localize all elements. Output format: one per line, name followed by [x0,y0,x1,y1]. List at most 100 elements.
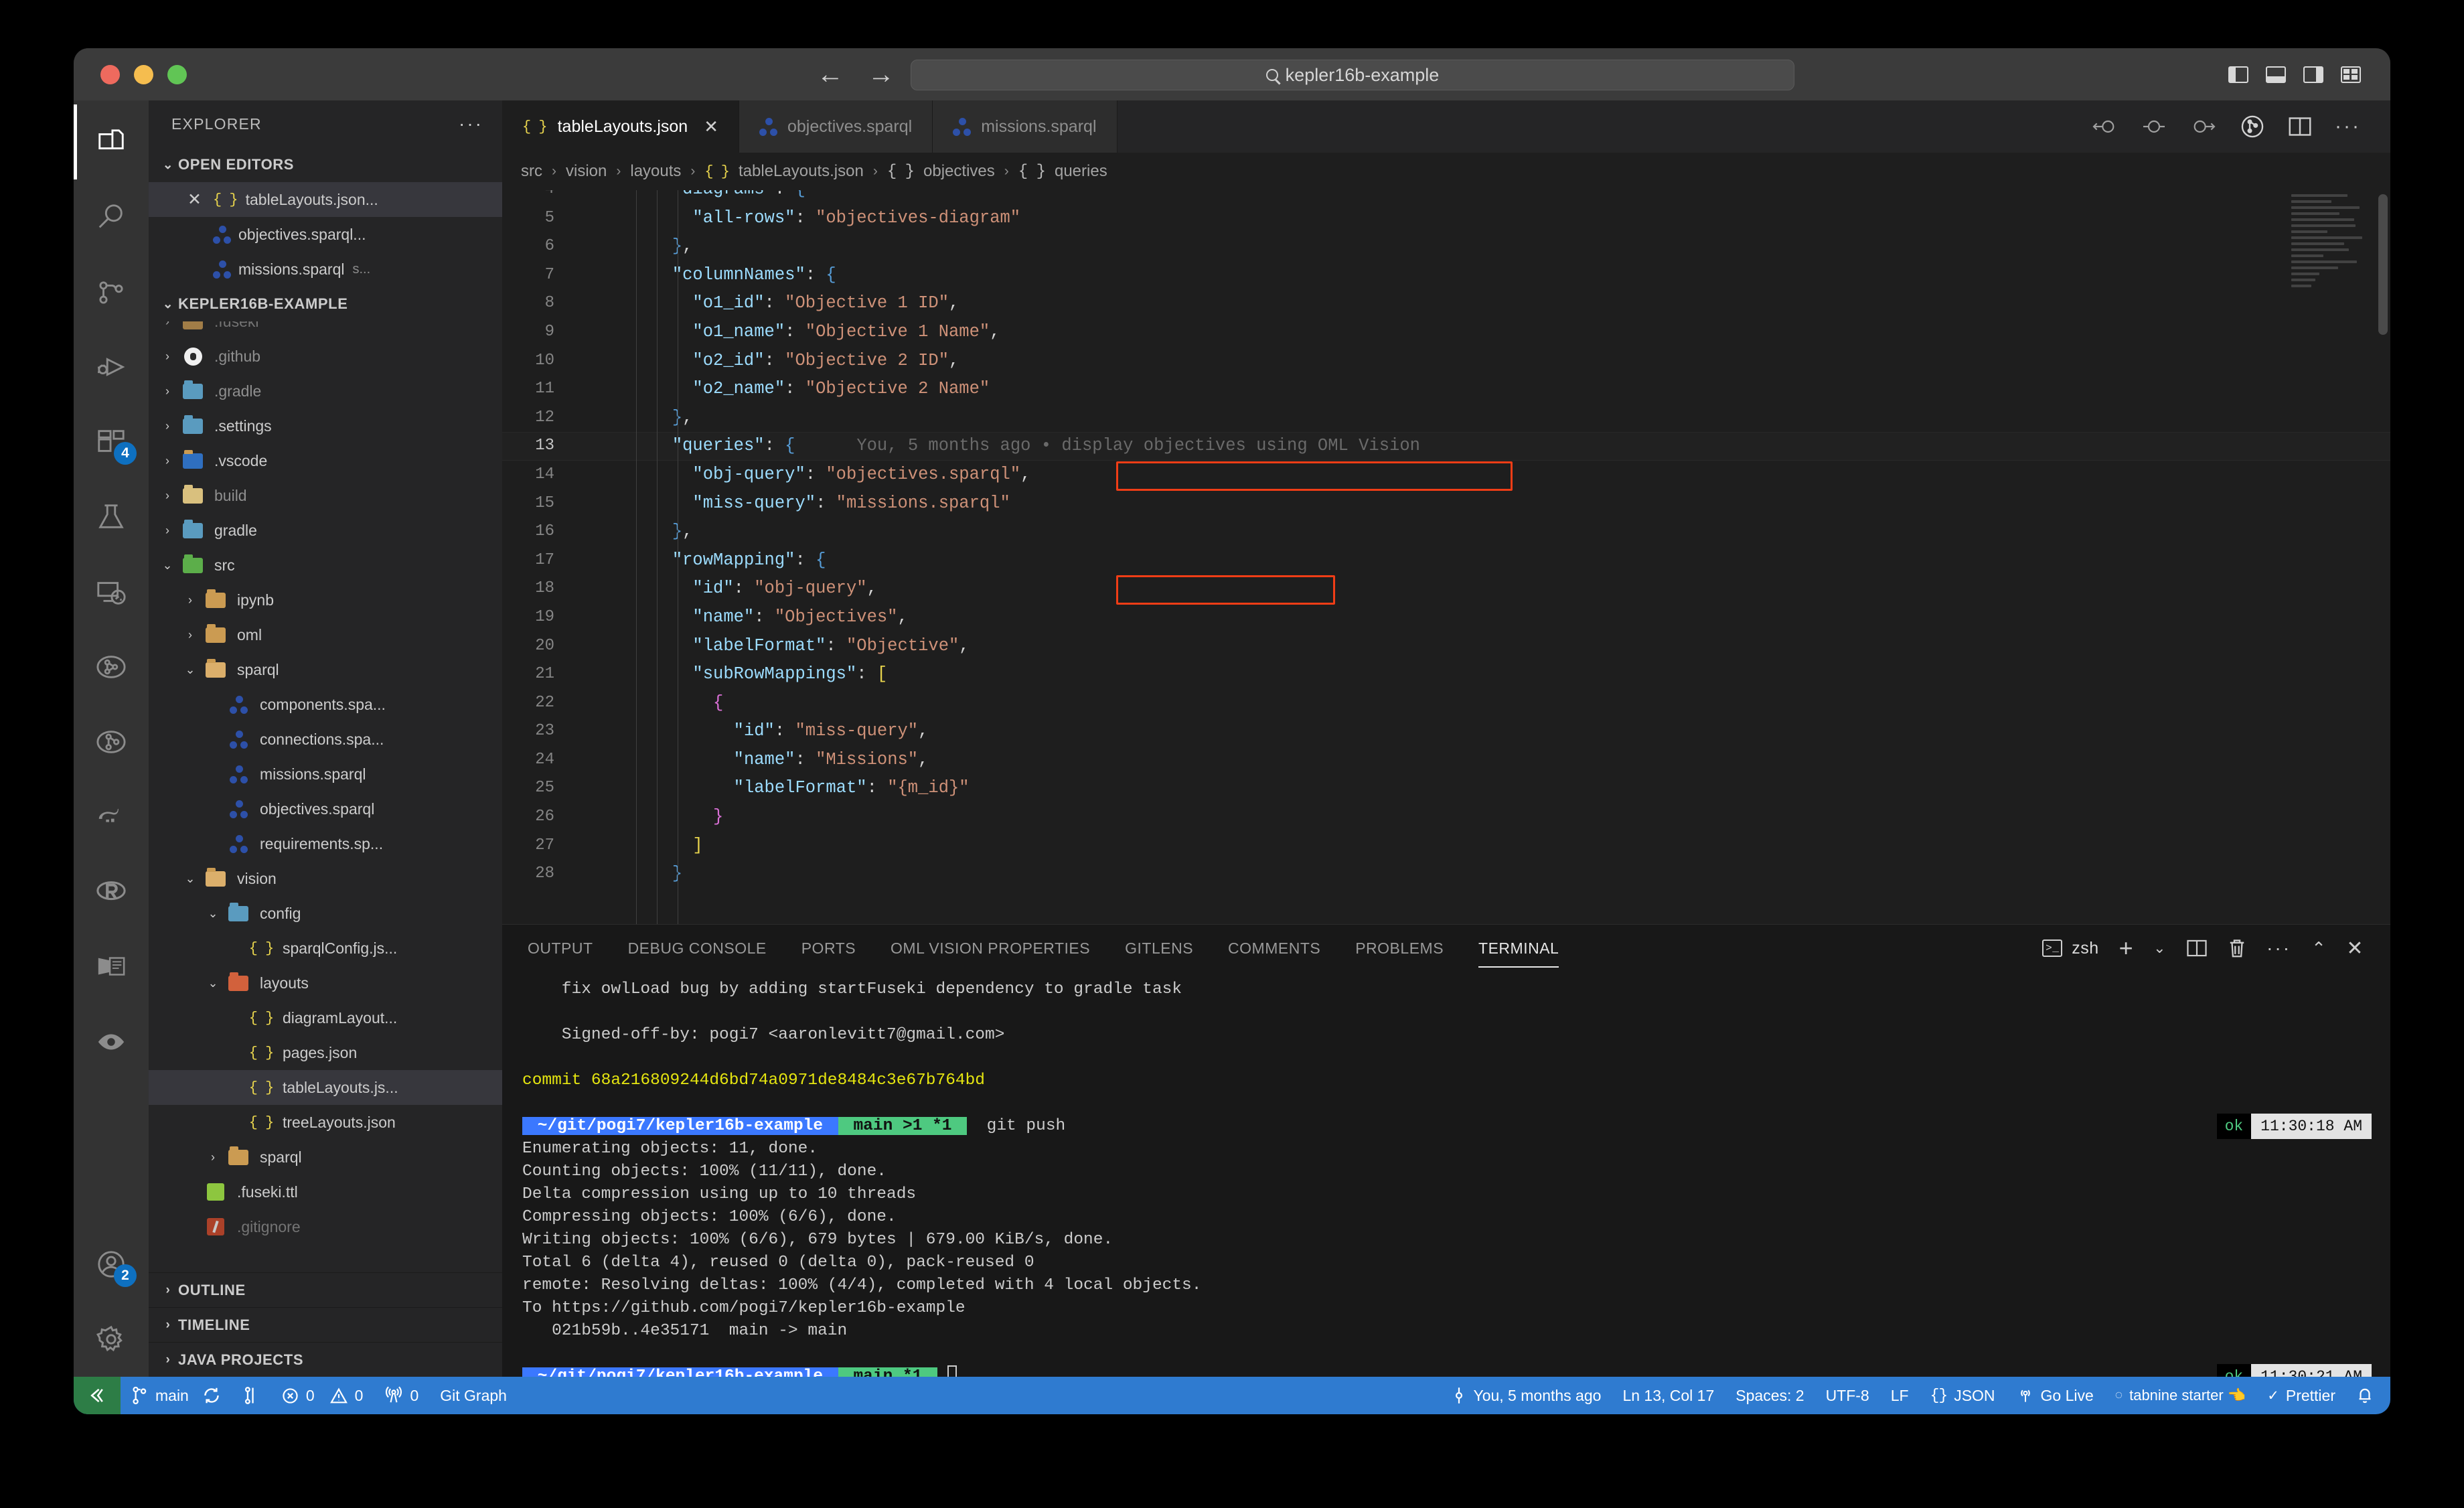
status-radio-tower[interactable]: 0 [374,1377,429,1414]
code-line-18[interactable]: 18 "id": "obj-query", [502,575,2390,603]
chevron-right-icon[interactable]: › [155,384,179,398]
go-forward-icon[interactable] [2190,117,2217,137]
code-line-11[interactable]: 11 "o2_name": "Objective 2 Name" [502,375,2390,404]
code-line-14[interactable]: 14 "obj-query": "objectives.sparql", [502,461,2390,489]
tab-oml-vision-properties[interactable]: OML VISION PROPERTIES [891,925,1090,972]
open-editor-item[interactable]: missions.sparql s... [149,252,502,287]
editor-scrollbar[interactable] [2378,194,2388,335]
chevron-down-icon[interactable]: ⌄ [178,872,202,886]
tab-problems[interactable]: PROBLEMS [1355,925,1444,972]
tab-debug-console[interactable]: DEBUG CONSOLE [628,925,767,972]
editor-tabs[interactable]: { } tableLayouts.json ✕ objectives.sparq… [502,100,2390,153]
tree-item-build[interactable]: › build [149,478,502,513]
panel-tabs[interactable]: OUTPUT DEBUG CONSOLE PORTS OML VISION PR… [502,925,2390,972]
project-section-header[interactable]: ⌄ KEPLER16B-EXAMPLE [149,287,502,321]
code-line-9[interactable]: 9 "o1_name": "Objective 1 Name", [502,318,2390,347]
code-line-23[interactable]: 23 "id": "miss-query", [502,717,2390,746]
code-line-20[interactable]: 20 "labelFormat": "Objective", [502,632,2390,661]
tree-item-tablelayouts-js[interactable]: { } tableLayouts.js... [149,1070,502,1105]
tree-item-sparql[interactable]: › sparql [149,1140,502,1175]
code-line-21[interactable]: 21 "subRowMappings": [ [502,660,2390,689]
tab-output[interactable]: OUTPUT [528,925,593,972]
code-line-4[interactable]: 4 "diagrams": { [502,190,2390,204]
sidebar-section-outline[interactable]: › OUTLINE [149,1272,502,1307]
close-icon[interactable]: ✕ [187,190,205,210]
breadcrumb-objectives[interactable]: objectives [923,162,995,181]
breadcrumb-layouts[interactable]: layouts [630,162,681,181]
code-line-12[interactable]: 12 }, [502,404,2390,433]
terminal-profile-chevron-icon[interactable]: ⌄ [2153,939,2166,957]
tree-item-diagramlayout[interactable]: { } diagramLayout... [149,1000,502,1035]
chevron-right-icon[interactable]: › [178,628,202,642]
code-line-5[interactable]: 5 "all-rows": "objectives-diagram" [502,204,2390,233]
status-encoding[interactable]: UTF-8 [1815,1377,1880,1414]
code-line-24[interactable]: 24 "name": "Missions", [502,746,2390,775]
tab-missions-sparql[interactable]: missions.sparql [933,100,1118,153]
status-indentation[interactable]: Spaces: 2 [1725,1377,1815,1414]
file-tree[interactable]: › .fuseki › .github › .gradle › .settings › .vsco… [149,321,502,1272]
tab-comments[interactable]: COMMENTS [1228,925,1320,972]
tree-item-pages-json[interactable]: { } pages.json [149,1035,502,1070]
tab-terminal[interactable]: TERMINAL [1478,925,1559,972]
command-center-search[interactable]: kepler16b-example [911,60,1794,90]
activity-manage-settings[interactable] [74,1302,149,1377]
code-line-17[interactable]: 17 "rowMapping": { [502,546,2390,575]
chevron-right-icon[interactable]: › [155,350,179,364]
tree-item-src[interactable]: ⌄ src [149,548,502,583]
status-language-mode[interactable]: {} JSON [1920,1377,2006,1414]
status-git-compare[interactable] [232,1377,271,1414]
activity-r-extension[interactable] [74,854,149,929]
sidebar-section-timeline[interactable]: › TIMELINE [149,1307,502,1342]
chevron-down-icon[interactable]: ⌄ [201,976,225,990]
status-blame[interactable]: You, 5 months ago [1441,1377,1612,1414]
chevron-right-icon[interactable]: › [155,524,179,538]
activity-remote-explorer[interactable] [74,554,149,629]
chevron-right-icon[interactable]: › [201,1150,225,1164]
activity-oml-vision[interactable] [74,629,149,704]
maximize-window-button[interactable] [167,64,187,84]
activity-source-control[interactable] [74,254,149,329]
status-prettier[interactable]: ✓ Prettier [2256,1377,2346,1414]
minimize-window-button[interactable] [134,64,153,84]
code-line-19[interactable]: 19 "name": "Objectives", [502,603,2390,632]
activity-gradle[interactable] [74,779,149,854]
tab-gitlens[interactable]: GITLENS [1125,925,1193,972]
terminal-output[interactable]: fix owlLoad bug by adding startFuseki de… [502,972,2390,1377]
tree-item-treelayouts-json[interactable]: { } treeLayouts.json [149,1105,502,1140]
tab-objectives-sparql[interactable]: objectives.sparql [739,100,933,153]
status-cursor-position[interactable]: Ln 13, Col 17 [1612,1377,1725,1414]
code-line-10[interactable]: 10 "o2_id": "Objective 2 ID", [502,347,2390,376]
more-actions-icon[interactable]: ··· [2266,937,2291,959]
close-icon[interactable]: ✕ [704,117,718,137]
toggle-secondary-sidebar-icon[interactable] [2303,66,2323,83]
code-line-28[interactable]: 28 } [502,860,2390,889]
code-line-16[interactable]: 16 }, [502,518,2390,546]
sidebar-more-actions-icon[interactable]: ··· [459,113,483,135]
forward-arrow-icon[interactable]: → [868,61,895,88]
status-notifications[interactable] [2346,1377,2390,1414]
no-change-icon[interactable] [2141,117,2167,137]
chevron-down-icon[interactable]: ⌄ [155,558,179,573]
tree-item-fuseki-ttl[interactable]: .fuseki.ttl [149,1175,502,1209]
code-line-13[interactable]: 13 "queries": { You, 5 months ago • disp… [502,432,2390,461]
maximize-panel-icon[interactable]: ⌃ [2311,938,2326,959]
open-editor-item[interactable]: ✕ { } tableLayouts.json... [149,182,502,217]
code-lines[interactable]: 4 "diagrams": {5 "all-rows": "objectives… [502,190,2390,924]
chevron-right-icon[interactable]: › [155,419,179,433]
tree-item-sparql[interactable]: ⌄ sparql [149,652,502,687]
tree-item-objectives-sparql[interactable]: objectives.sparql [149,791,502,826]
sidebar-section-java-projects[interactable]: › JAVA PROJECTS [149,1342,502,1377]
remote-window-button[interactable] [74,1377,121,1414]
more-actions-icon[interactable]: ··· [2335,115,2361,138]
tree-item-missions-sparql[interactable]: missions.sparql [149,757,502,791]
chevron-down-icon[interactable]: ⌄ [178,663,202,677]
code-line-26[interactable]: 26 } [502,803,2390,832]
code-editor[interactable]: 4 "diagrams": {5 "all-rows": "objectives… [502,190,2390,924]
code-line-15[interactable]: 15 "miss-query": "missions.sparql" [502,489,2390,518]
status-branch[interactable]: main [121,1377,232,1414]
sync-icon[interactable] [202,1386,221,1405]
code-line-8[interactable]: 8 "o1_id": "Objective 1 ID", [502,289,2390,318]
tree-item-oml[interactable]: › oml [149,617,502,652]
open-editors-section-header[interactable]: ⌄ OPEN EDITORS [149,147,502,182]
tree-item-github[interactable]: › .github [149,339,502,374]
